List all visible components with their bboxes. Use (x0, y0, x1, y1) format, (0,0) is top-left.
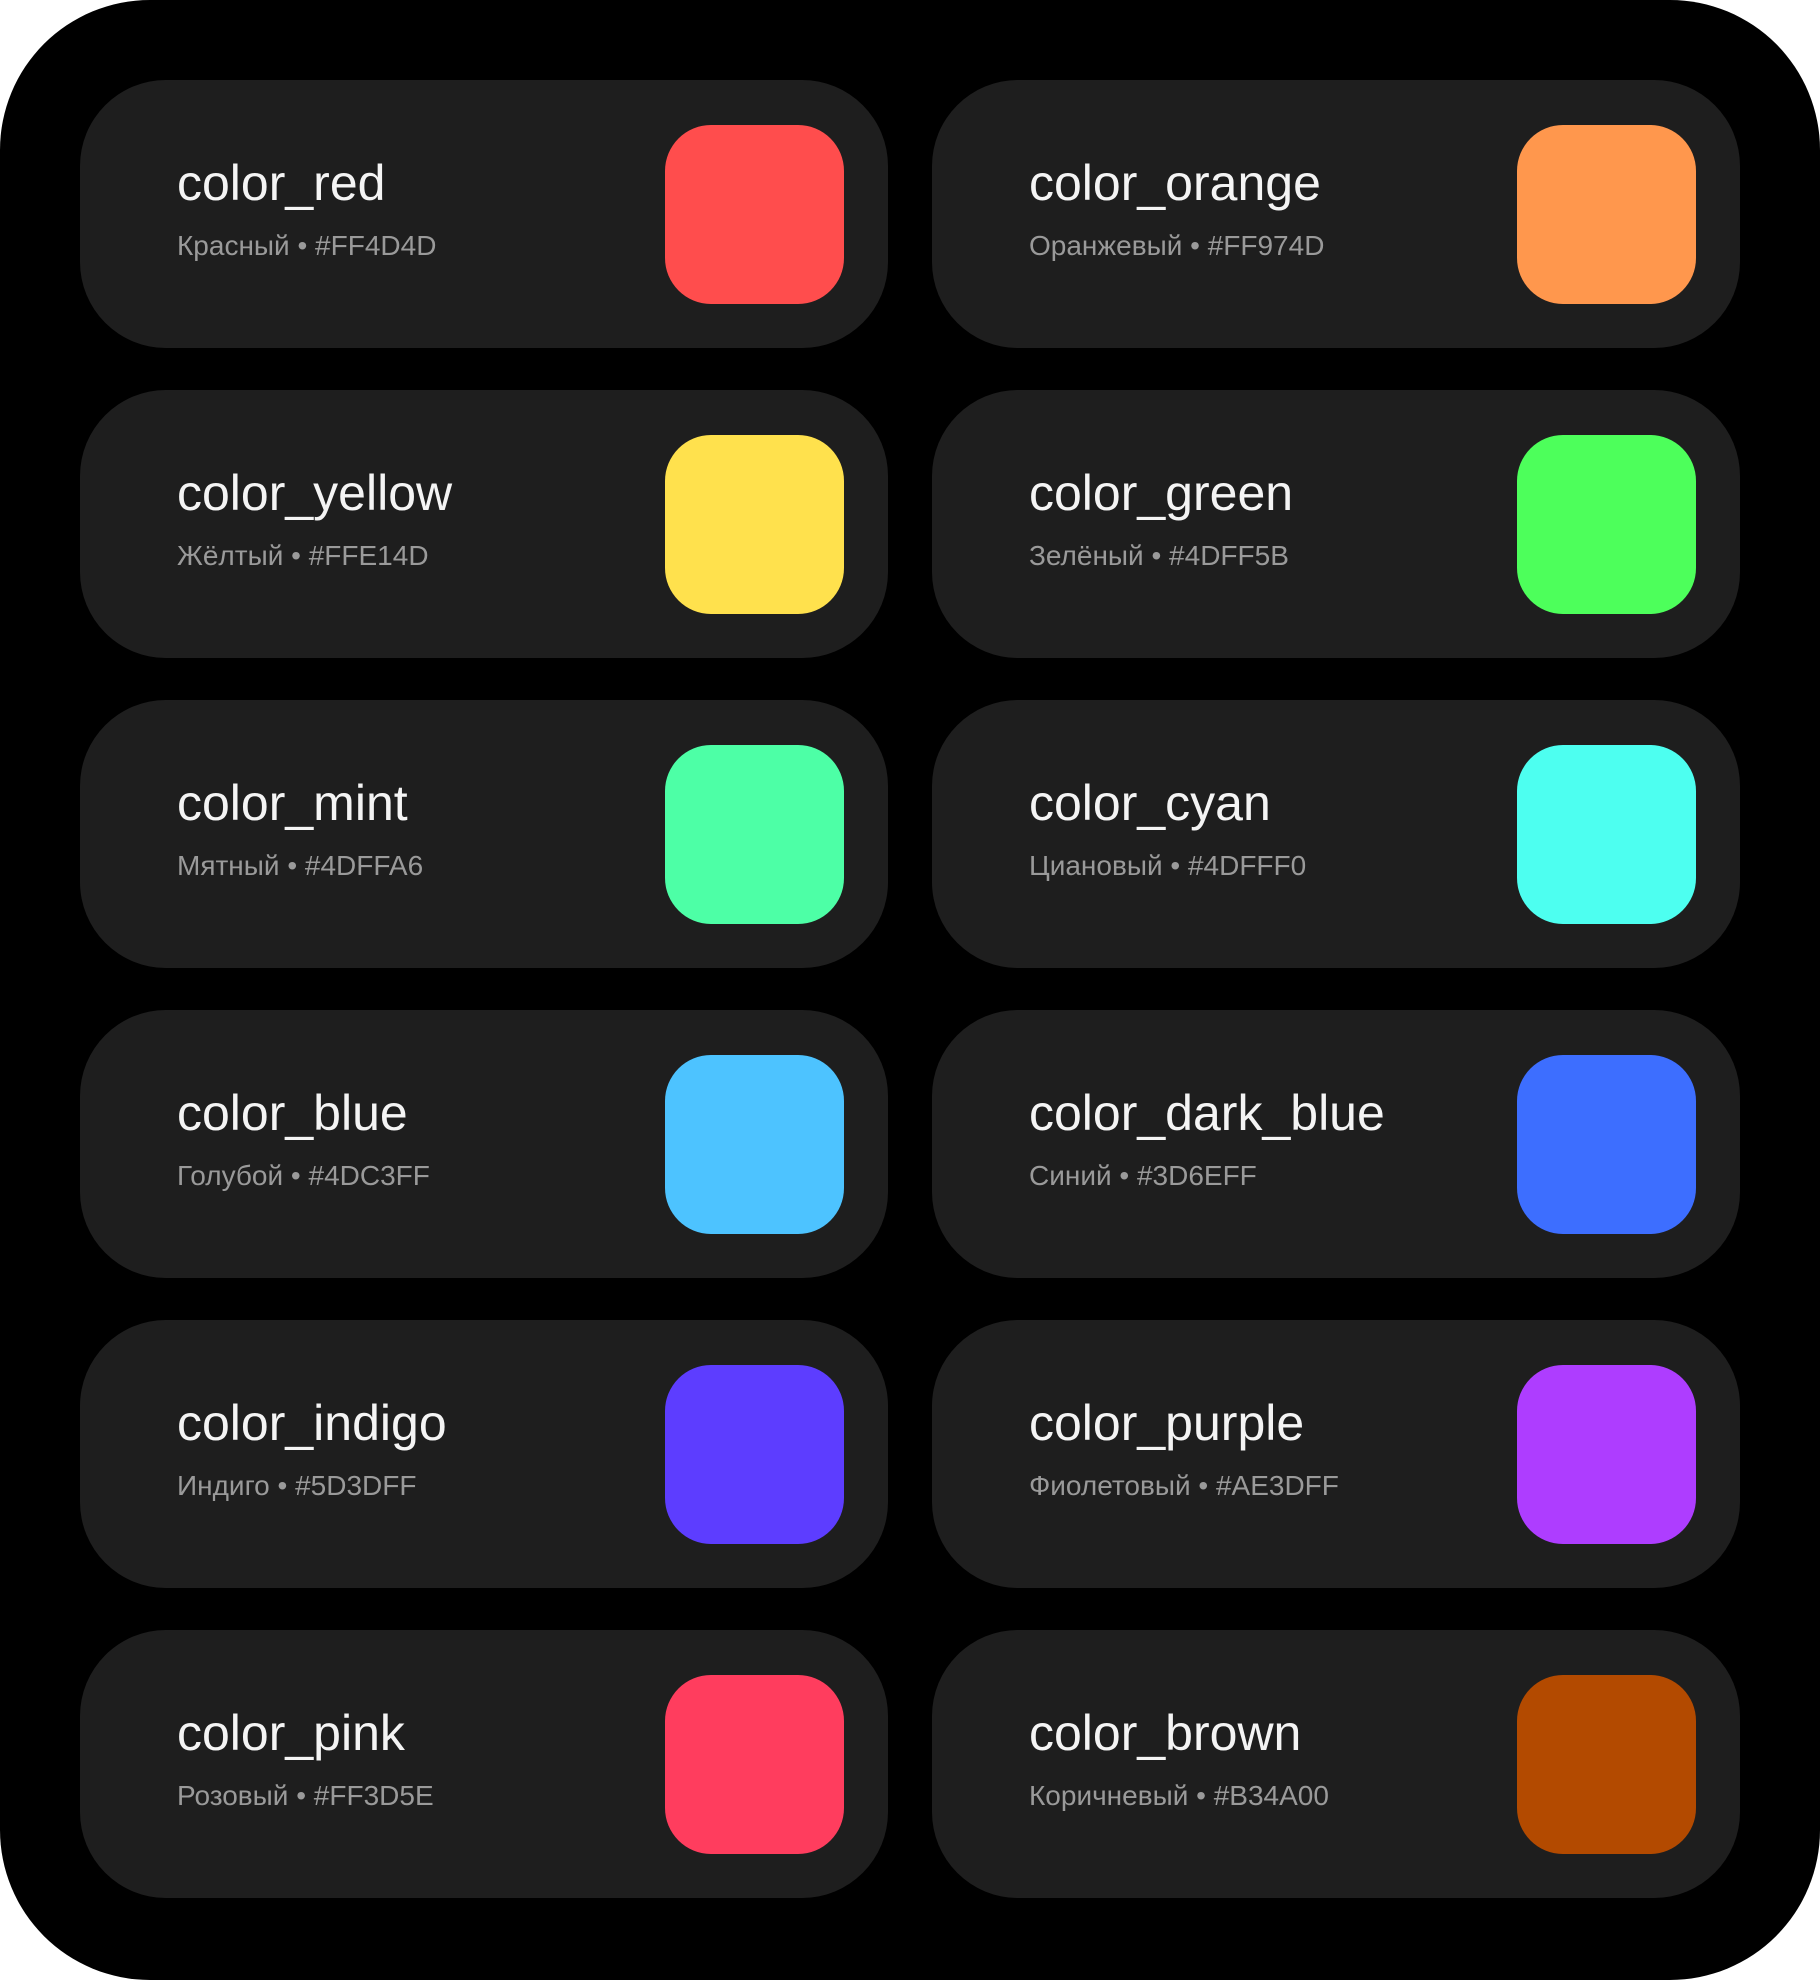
color-name: color_orange (1029, 155, 1321, 211)
color-description: Жёлтый • #FFE14D (177, 540, 429, 571)
color-description: Голубой • #4DC3FF (177, 1160, 430, 1191)
color-description: Мятный • #4DFFA6 (177, 850, 424, 881)
color-card-brown[interactable]: color_brown Коричневый • #B34A00 (932, 1630, 1740, 1898)
color-description: Красный • #FF4D4D (177, 230, 437, 261)
color-card-purple[interactable]: color_purple Фиолетовый • #AE3DFF (932, 1320, 1740, 1588)
color-card-indigo[interactable]: color_indigo Индиго • #5D3DFF (80, 1320, 888, 1588)
color-card-cyan[interactable]: color_cyan Циановый • #4DFFF0 (932, 700, 1740, 968)
color-card-orange[interactable]: color_orange Оранжевый • #FF974D (932, 80, 1740, 348)
color-card-red[interactable]: color_red Красный • #FF4D4D (80, 80, 888, 348)
color-card-dark-blue[interactable]: color_dark_blue Синий • #3D6EFF (932, 1010, 1740, 1278)
color-name: color_red (177, 155, 386, 211)
color-palette-panel: color_red Красный • #FF4D4D color_orange… (0, 0, 1820, 1980)
color-description: Розовый • #FF3D5E (177, 1780, 434, 1811)
color-name: color_yellow (177, 465, 453, 521)
color-name: color_brown (1029, 1705, 1302, 1761)
color-card-mint[interactable]: color_mint Мятный • #4DFFA6 (80, 700, 888, 968)
color-name: color_cyan (1029, 775, 1271, 831)
color-description: Синий • #3D6EFF (1029, 1160, 1257, 1191)
color-card-yellow[interactable]: color_yellow Жёлтый • #FFE14D (80, 390, 888, 658)
color-swatch (1517, 125, 1696, 304)
color-card-blue[interactable]: color_blue Голубой • #4DC3FF (80, 1010, 888, 1278)
color-name: color_blue (177, 1085, 408, 1141)
color-name: color_mint (177, 775, 408, 831)
color-swatch (665, 435, 844, 614)
color-name: color_indigo (177, 1395, 447, 1451)
color-description: Оранжевый • #FF974D (1029, 230, 1325, 261)
color-name: color_dark_blue (1029, 1085, 1385, 1141)
color-name: color_pink (177, 1705, 405, 1761)
color-swatch (1517, 435, 1696, 614)
color-description: Фиолетовый • #AE3DFF (1029, 1470, 1339, 1501)
color-description: Коричневый • #B34A00 (1029, 1780, 1329, 1811)
color-swatch (1517, 1675, 1696, 1854)
color-description: Индиго • #5D3DFF (177, 1470, 417, 1501)
color-swatch (1517, 1365, 1696, 1544)
color-card-green[interactable]: color_green Зелёный • #4DFF5B (932, 390, 1740, 658)
color-swatch (665, 125, 844, 304)
color-name: color_green (1029, 465, 1294, 521)
color-description: Зелёный • #4DFF5B (1029, 540, 1289, 571)
color-swatch (665, 1055, 844, 1234)
color-swatch (1517, 1055, 1696, 1234)
color-description: Циановый • #4DFFF0 (1029, 850, 1307, 881)
color-grid: color_red Красный • #FF4D4D color_orange… (80, 80, 1740, 1898)
color-card-pink[interactable]: color_pink Розовый • #FF3D5E (80, 1630, 888, 1898)
color-swatch (665, 745, 844, 924)
color-name: color_purple (1029, 1395, 1305, 1451)
color-swatch (1517, 745, 1696, 924)
color-swatch (665, 1675, 844, 1854)
color-swatch (665, 1365, 844, 1544)
